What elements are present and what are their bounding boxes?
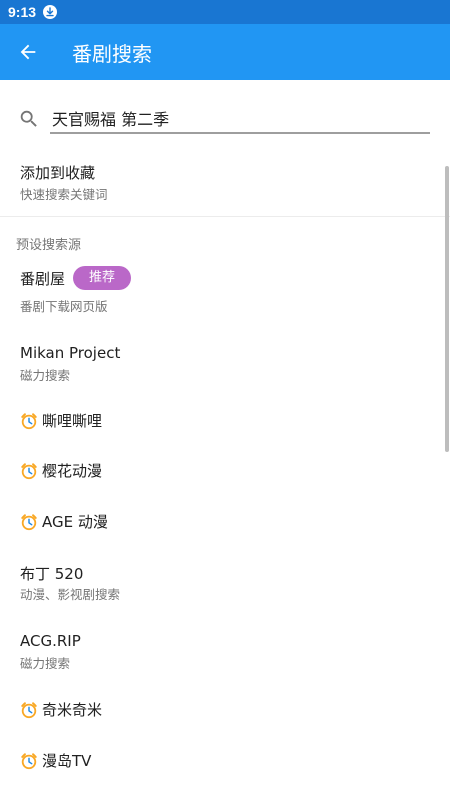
source-subtitle: 磁力搜索	[20, 368, 71, 383]
source-item-silisili[interactable]: 嘶哩嘶哩	[0, 410, 450, 434]
source-title: 奇米奇米	[42, 701, 103, 719]
status-bar: 9:13	[0, 0, 450, 24]
recommend-badge: 推荐	[73, 266, 132, 290]
status-time: 9:13	[8, 4, 37, 20]
search-row	[0, 104, 450, 136]
back-button[interactable]	[0, 24, 56, 80]
divider	[0, 216, 450, 217]
app-bar: 番剧搜索	[0, 24, 450, 80]
source-subtitle: 磁力搜索	[20, 656, 71, 671]
source-item-mandao[interactable]: 漫岛TV	[0, 750, 450, 774]
content: 添加到收藏 快速搜索关键词 预设搜索源 番剧屋 推荐 番剧下载网页版 Mikan…	[0, 80, 450, 800]
source-item-mikan[interactable]: Mikan Project 磁力搜索	[0, 344, 450, 384]
page-title: 番剧搜索	[72, 41, 152, 66]
source-title-row: 嘶哩嘶哩	[20, 410, 102, 431]
source-item-yinghua[interactable]: 樱花动漫	[0, 460, 450, 484]
source-item-fanjuwu[interactable]: 番剧屋 推荐 番剧下载网页版	[0, 264, 450, 324]
source-title-row: 奇米奇米	[20, 699, 102, 720]
section-header: 预设搜索源	[16, 238, 82, 253]
search-icon	[20, 110, 37, 127]
source-title: Mikan Project	[20, 344, 121, 362]
download-icon	[43, 5, 58, 19]
favorite-subtitle: 快速搜索关键词	[20, 187, 108, 202]
alarm-clock-icon	[21, 701, 37, 718]
source-title-row: 漫岛TV	[20, 750, 91, 771]
arrow-back-icon	[20, 44, 36, 60]
scrollbar[interactable]	[445, 166, 449, 452]
source-item-acgrip[interactable]: ACG.RIP 磁力搜索	[0, 632, 450, 672]
source-title-row: 樱花动漫	[20, 460, 102, 481]
source-title: AGE 动漫	[42, 513, 108, 531]
source-title: 漫岛TV	[42, 752, 92, 770]
source-title: 番剧屋	[20, 269, 66, 288]
source-subtitle: 番剧下载网页版	[20, 299, 108, 314]
source-item-qimi[interactable]: 奇米奇米	[0, 699, 450, 723]
source-title: 樱花动漫	[42, 462, 103, 480]
alarm-clock-icon	[21, 752, 37, 769]
search-input[interactable]	[50, 104, 430, 134]
add-to-favorites-item[interactable]: 添加到收藏 快速搜索关键词	[0, 158, 450, 216]
source-title-row: AGE 动漫	[20, 511, 108, 532]
source-title: 布丁 520	[20, 565, 84, 583]
alarm-clock-icon	[21, 513, 37, 530]
alarm-clock-icon	[21, 462, 37, 479]
source-item-age[interactable]: AGE 动漫	[0, 511, 450, 535]
favorite-title: 添加到收藏	[20, 164, 96, 182]
source-title-row: 番剧屋 推荐	[20, 266, 132, 290]
alarm-clock-icon	[21, 412, 37, 429]
source-subtitle: 动漫、影视剧搜索	[20, 587, 121, 602]
source-item-buding[interactable]: 布丁 520 动漫、影视剧搜索	[0, 563, 450, 603]
source-title: 嘶哩嘶哩	[42, 412, 103, 430]
source-title: ACG.RIP	[20, 632, 81, 650]
